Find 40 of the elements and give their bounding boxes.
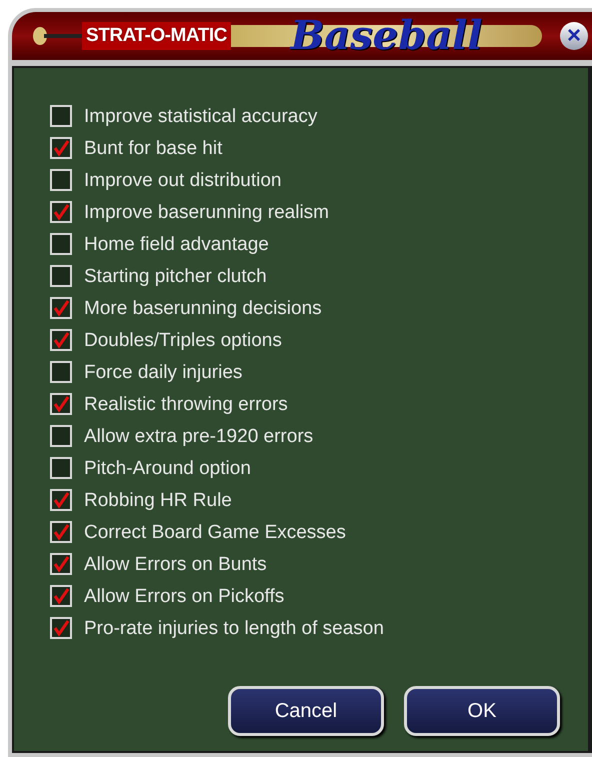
checkbox[interactable] [50, 297, 72, 319]
option-label: Doubles/Triples options [84, 330, 282, 350]
checkbox[interactable] [50, 361, 72, 383]
checkbox[interactable] [50, 585, 72, 607]
option-label: Improve out distribution [84, 170, 282, 190]
option-label: Allow Errors on Pickoffs [84, 586, 284, 606]
checkbox[interactable] [50, 233, 72, 255]
app-title: Baseball [290, 16, 482, 56]
close-button[interactable]: × [560, 22, 588, 50]
bat-knob-icon [32, 26, 82, 46]
option-label: Allow extra pre-1920 errors [84, 426, 314, 446]
checkbox[interactable] [50, 489, 72, 511]
option-label: Force daily injuries [84, 362, 242, 382]
option-label: Starting pitcher clutch [84, 266, 267, 286]
checkbox[interactable] [50, 329, 72, 351]
option-label: More baserunning decisions [84, 298, 322, 318]
option-label: Pitch-Around option [84, 458, 251, 478]
checkbox[interactable] [50, 393, 72, 415]
checkbox[interactable] [50, 425, 72, 447]
ok-button[interactable]: OK [404, 686, 560, 736]
option-label: Robbing HR Rule [84, 490, 232, 510]
cancel-button[interactable]: Cancel [228, 686, 384, 736]
checkbox[interactable] [50, 265, 72, 287]
option-label: Pro-rate injuries to length of season [84, 618, 384, 638]
checkbox[interactable] [50, 105, 72, 127]
option-label: Improve statistical accuracy [84, 106, 318, 126]
checkbox[interactable] [50, 617, 72, 639]
option-label: Home field advantage [84, 234, 269, 254]
option-label: Bunt for base hit [84, 138, 222, 158]
option-label: Allow Errors on Bunts [84, 554, 267, 574]
brand-logo: STRAT-O-MATIC [82, 22, 231, 50]
checkbox[interactable] [50, 201, 72, 223]
option-label: Realistic throwing errors [84, 394, 288, 414]
option-label: Improve baserunning realism [84, 202, 330, 222]
checkbox[interactable] [50, 521, 72, 543]
checkbox[interactable] [50, 553, 72, 575]
checkbox[interactable] [50, 169, 72, 191]
checkbox[interactable] [50, 457, 72, 479]
option-label: Correct Board Game Excesses [84, 522, 346, 542]
checkbox[interactable] [50, 137, 72, 159]
